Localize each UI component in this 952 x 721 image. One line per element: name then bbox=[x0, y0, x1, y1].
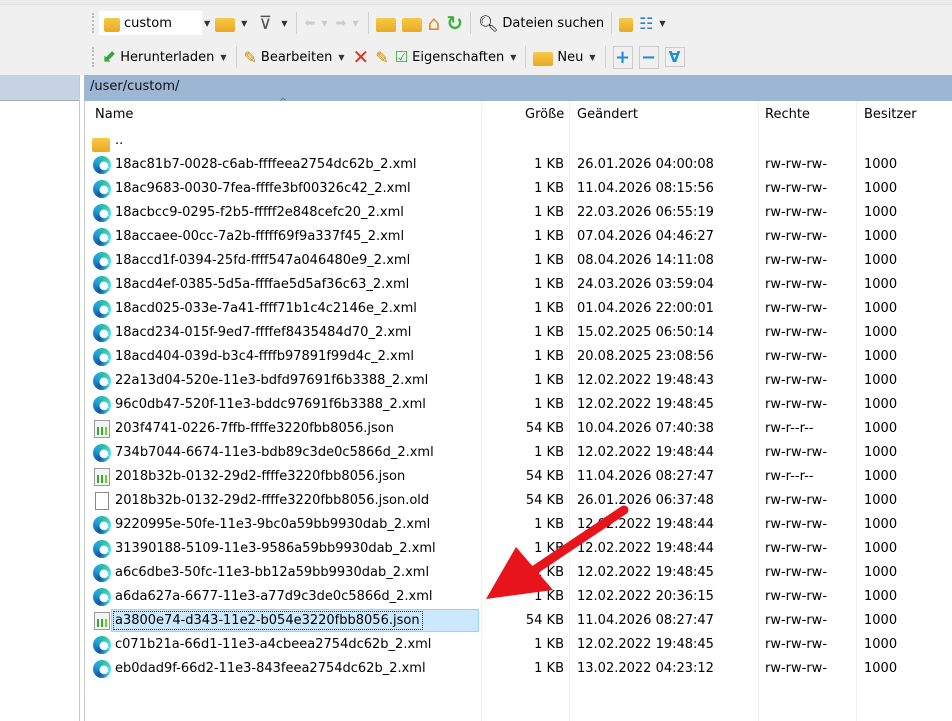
arrow-head bbox=[486, 547, 553, 599]
red-arrow-annotation bbox=[486, 505, 629, 599]
arrow-shaft bbox=[525, 505, 629, 578]
